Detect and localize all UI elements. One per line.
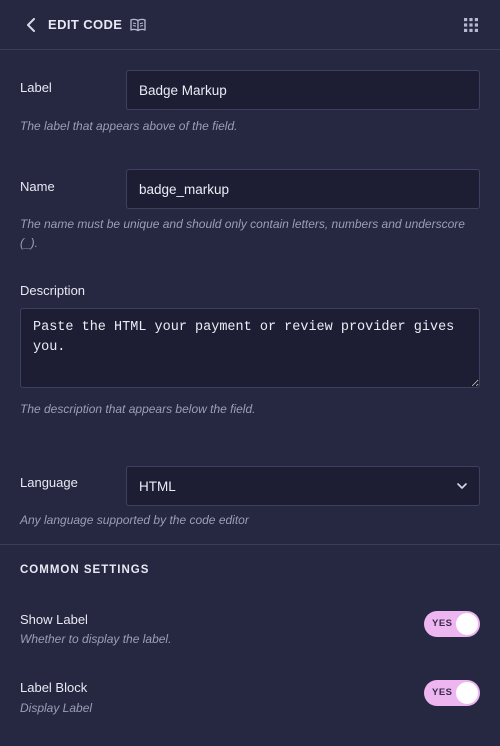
grid-icon[interactable] — [464, 18, 478, 32]
language-field-label: Language — [20, 475, 78, 490]
name-input[interactable] — [126, 169, 480, 209]
chevron-left-icon — [27, 17, 35, 32]
chevron-down-icon — [457, 482, 467, 489]
description-field-label: Description — [20, 283, 86, 298]
language-help-text: Any language supported by the code edito… — [20, 513, 249, 527]
common-settings-heading: COMMON SETTINGS — [20, 564, 150, 576]
show-label-toggle[interactable]: YES — [424, 611, 480, 637]
label-block-label: Label Block — [20, 680, 88, 695]
label-block-help-text: Display Label — [20, 701, 93, 715]
name-field-label: Name — [20, 179, 55, 194]
panel-header: EDIT CODE — [0, 0, 500, 50]
page-title: EDIT CODE — [48, 17, 123, 32]
description-help-text: The description that appears below the f… — [20, 402, 256, 416]
back-button[interactable] — [22, 16, 40, 34]
language-select-value: HTML — [139, 478, 176, 494]
show-label-toggle-text: YES — [432, 618, 453, 629]
section-divider — [0, 544, 500, 545]
show-label-help-text: Whether to display the label. — [20, 632, 172, 646]
label-help-text: The label that appears above of the fiel… — [20, 119, 238, 133]
language-select[interactable]: HTML — [126, 466, 480, 506]
label-field-label: Label — [20, 80, 52, 95]
show-label-label: Show Label — [20, 612, 88, 627]
name-help-text: The name must be unique and should only … — [20, 217, 465, 250]
book-icon[interactable] — [130, 18, 147, 32]
label-input[interactable] — [126, 70, 480, 110]
toggle-knob — [456, 613, 478, 635]
description-textarea[interactable]: Paste the HTML your payment or review pr… — [20, 308, 480, 388]
label-block-toggle-text: YES — [432, 687, 453, 698]
label-block-toggle[interactable]: YES — [424, 680, 480, 706]
toggle-knob — [456, 682, 478, 704]
